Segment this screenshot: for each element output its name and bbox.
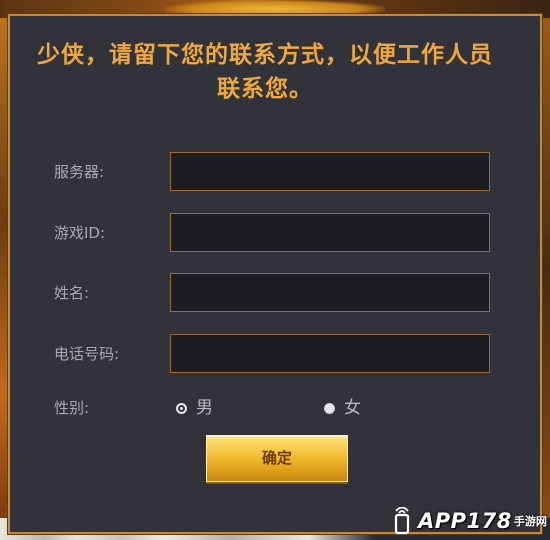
server-row: 服务器:	[0, 152, 550, 192]
game-id-label: 游戏ID:	[54, 224, 106, 242]
gender-female-label: 女	[344, 398, 361, 418]
server-label: 服务器:	[54, 163, 105, 181]
gender-label: 性别:	[54, 399, 90, 417]
phone-row: 电话号码:	[0, 334, 550, 374]
watermark-sub: 手游网	[513, 515, 547, 528]
gender-male-label: 男	[196, 398, 213, 418]
game-id-input[interactable]	[170, 213, 490, 252]
phone-label: 电话号码:	[54, 345, 120, 363]
radio-checked-icon	[176, 402, 187, 414]
watermark-brand: APP178	[418, 509, 512, 533]
confirm-button[interactable]: 确定	[206, 435, 348, 482]
form-title: 少侠，请留下您的联系方式，以便工作人员联系您。	[37, 42, 493, 102]
radio-unchecked-icon	[324, 402, 335, 414]
name-input[interactable]	[170, 273, 490, 312]
game-id-row: 游戏ID:	[0, 213, 550, 253]
watermark: APP178 手游网	[390, 502, 550, 540]
name-row: 姓名:	[0, 273, 550, 313]
gender-radio-male[interactable]: 男	[176, 395, 213, 421]
phone-signal-icon	[394, 507, 410, 535]
name-label: 姓名:	[54, 284, 90, 302]
gender-radio-female[interactable]: 女	[324, 395, 361, 421]
server-input[interactable]	[170, 152, 490, 191]
phone-input[interactable]	[170, 334, 490, 373]
